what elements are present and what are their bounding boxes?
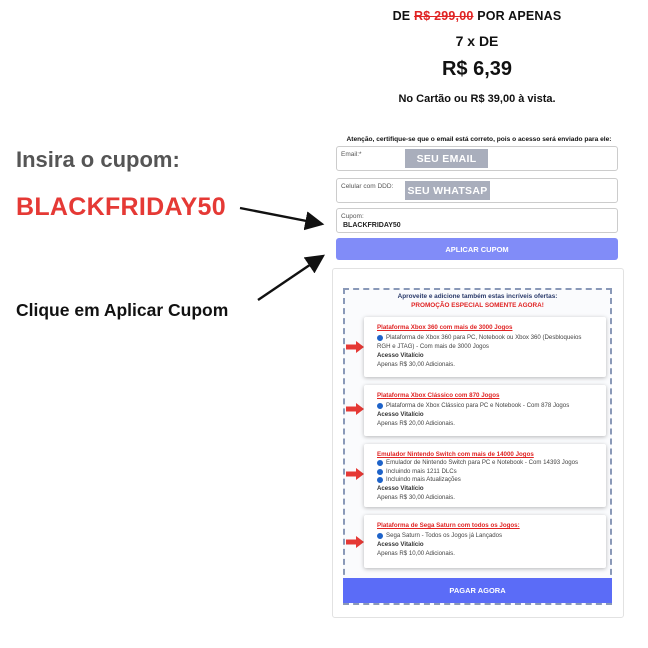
offer-card-4: Plataforma de Sega Saturn com todos os J…	[364, 515, 606, 568]
offer-title: Plataforma Xbox 360 com mais de 3000 Jog…	[377, 324, 513, 331]
apply-coupon-button[interactable]: APLICAR CUPOM	[336, 238, 618, 260]
offers-title: Aproveite e adicione também estas incrív…	[397, 293, 558, 300]
offer-price: Apenas R$ 20,00 Adicionais.	[377, 420, 455, 427]
pointer-arrow-to-apply-button	[257, 254, 325, 301]
offer-access: Acesso Vitalício	[377, 411, 424, 418]
offer-title: Plataforma de Sega Saturn com todos os J…	[377, 522, 520, 529]
offer-access: Acesso Vitalício	[377, 485, 424, 492]
offer-card-2: Plataforma Xbox Clássico com 870 Jogos P…	[364, 385, 606, 436]
offer-bullet: Plataforma de Xbox 360 para PC, Notebook…	[377, 334, 581, 342]
offer-price: Apenas R$ 30,00 Adicionais.	[377, 361, 455, 368]
email-notice: Atenção, certifique-se que o email está …	[346, 136, 612, 143]
offer-bullet: Incluindo mais 1211 DLCs	[377, 468, 457, 476]
pointer-arrow-to-coupon-field	[239, 206, 325, 231]
offer-bullet-continued: RGH e JTAG) - Com mais de 3000 Jogos	[377, 343, 489, 350]
email-label: Email:*	[341, 151, 362, 158]
offer-bullet: Incluindo mais Atualizações	[377, 476, 461, 484]
offers-subtitle: PROMOÇÃO ESPECIAL SOMENTE AGORA!	[411, 302, 544, 309]
coupon-value: BLACKFRIDAY50	[343, 222, 401, 229]
coupon-label: Cupom:	[341, 213, 364, 220]
right-arrow-icon	[346, 341, 364, 353]
phone-field[interactable]: Celular com DDD: SEU WHATSAP	[336, 178, 618, 203]
phone-label: Celular com DDD:	[341, 183, 394, 190]
offer-card-3: Emulador Nintendo Switch com mais de 140…	[364, 444, 606, 507]
email-badge: SEU EMAIL	[405, 149, 488, 168]
offer-title: Emulador Nintendo Switch com mais de 140…	[377, 451, 534, 458]
offer-bullet: Plataforma de Xbox Clássico para PC e No…	[377, 402, 569, 410]
right-arrow-icon	[346, 536, 364, 548]
offer-access: Acesso Vitalício	[377, 541, 424, 548]
pay-now-button[interactable]: PAGAR AGORA	[343, 578, 612, 603]
offer-price: Apenas R$ 10,00 Adicionais.	[377, 550, 455, 557]
coupon-field[interactable]: Cupom: BLACKFRIDAY50	[336, 208, 618, 233]
offer-bullet: Emulador de Nintendo Switch para PC e No…	[377, 459, 578, 467]
right-arrow-icon	[346, 468, 364, 480]
phone-badge: SEU WHATSAP	[405, 181, 490, 200]
right-arrow-icon	[346, 403, 364, 415]
offer-title: Plataforma Xbox Clássico com 870 Jogos	[377, 392, 500, 399]
offer-price: Apenas R$ 30,00 Adicionais.	[377, 494, 455, 501]
offer-access: Acesso Vitalício	[377, 352, 424, 359]
offer-card-1: Plataforma Xbox 360 com mais de 3000 Jog…	[364, 317, 606, 377]
offer-bullet: Sega Saturn - Todos os Jogos já Lançados	[377, 532, 502, 540]
email-field[interactable]: Email:* SEU EMAIL	[336, 146, 618, 171]
